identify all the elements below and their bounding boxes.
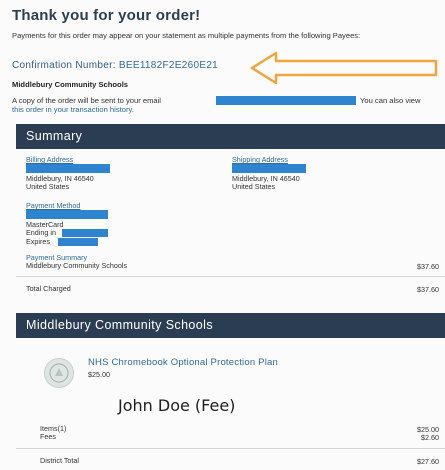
summary-header: Summary	[16, 124, 445, 149]
divider	[16, 448, 445, 449]
district-total-label: District Total	[40, 456, 80, 465]
fees-label: Fees	[40, 432, 56, 441]
copy-note-a: A copy of the order will be sent to your…	[12, 96, 161, 105]
confirmation-line: Confirmation Number: BEE1182F2E260E21	[12, 60, 218, 71]
redacted-card-digits	[62, 229, 108, 237]
arrow-callout-icon	[250, 51, 438, 85]
product-price: $25.00	[88, 370, 110, 379]
student-fee-note: John Doe (Fee)	[118, 396, 236, 415]
redacted-expiry	[58, 238, 98, 246]
district-total-amount: $27.60	[417, 457, 439, 466]
product-name-link[interactable]: NHS Chromebook Optional Protection Plan	[88, 357, 278, 368]
summary-title: Summary	[26, 129, 83, 143]
copy-note-b: You can also view	[360, 96, 421, 105]
school-logo-icon	[44, 358, 74, 388]
payment-method-label: Payment Method	[26, 201, 81, 210]
page-title: Thank you for your order!	[12, 7, 201, 24]
divider	[16, 276, 445, 277]
redacted-billing-name	[26, 164, 110, 173]
redacted-shipping-name	[232, 164, 306, 173]
total-charged-amount: $37.60	[417, 285, 439, 294]
payee-name: Middlebury Community Schools	[12, 80, 129, 89]
confirmation-label: Confirmation Number:	[12, 60, 116, 71]
fees-amount: $2.60	[421, 433, 439, 442]
confirmation-number: BEE1182F2E260E21	[118, 60, 219, 71]
transaction-history-link[interactable]: this order in your transaction history.	[12, 105, 134, 114]
payment-summary-payee: Middlebury Community Schools	[26, 261, 128, 270]
shipping-address-label: Shipping Address	[232, 155, 288, 164]
expires-label: Expires	[26, 237, 50, 246]
redacted-cardholder	[26, 210, 108, 219]
billing-address-label: Billing Address	[26, 155, 74, 164]
billing-country: United States	[26, 182, 70, 191]
payees-note: Payments for this order may appear on yo…	[12, 31, 361, 40]
payment-summary-amount: $37.60	[417, 262, 439, 271]
total-charged-label: Total Charged	[26, 284, 71, 293]
shipping-country: United States	[232, 182, 276, 191]
district-header: Middlebury Community Schools	[16, 313, 445, 338]
district-title: Middlebury Community Schools	[26, 318, 213, 332]
redacted-email	[216, 96, 356, 105]
